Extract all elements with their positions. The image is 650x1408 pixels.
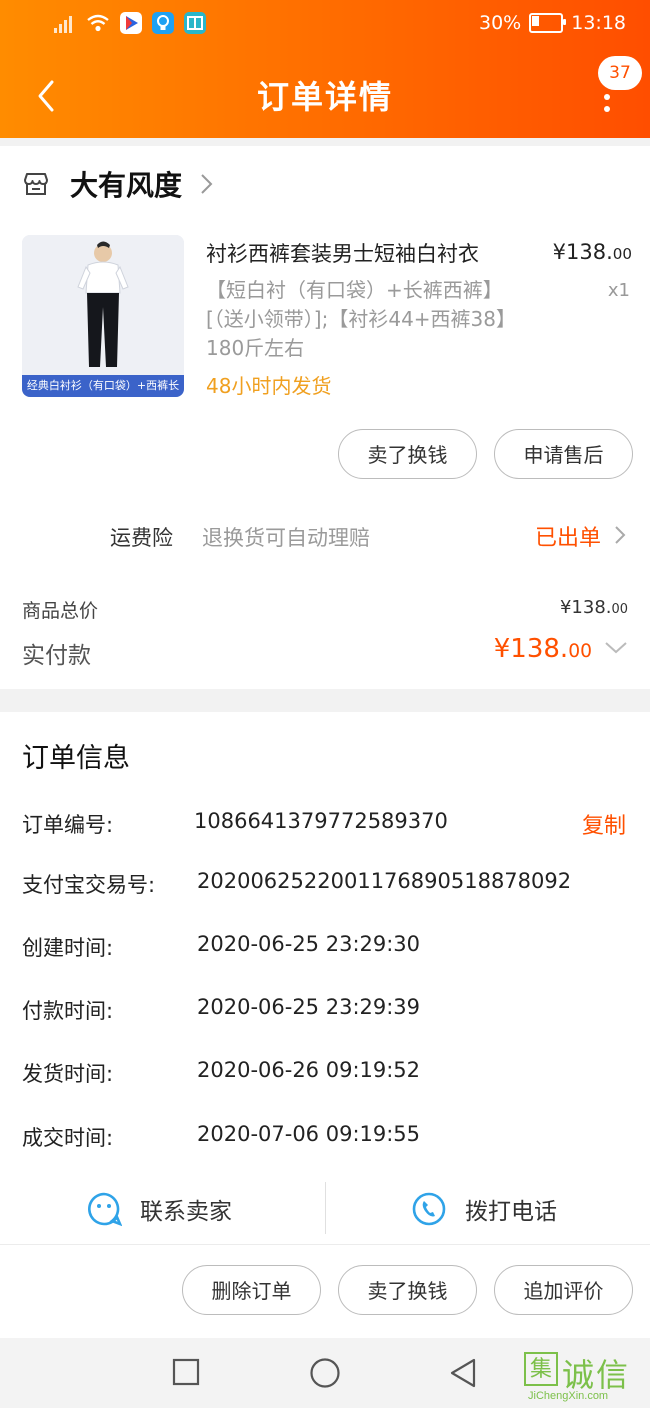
order-number-label: 订单编号: [22,813,114,837]
chat-face-icon [88,1192,122,1227]
status-icons [54,12,206,34]
battery-percent: 30% [479,12,522,34]
shipped-time-value: 2020-06-26 09:19:52 [197,1058,421,1082]
more-dots-icon[interactable] [592,88,622,122]
product-quantity: x1 [607,280,630,301]
after-sale-button[interactable]: 申请售后 [494,429,633,479]
site-watermark: 集 诚信 JiChengXin.com [524,1350,644,1408]
insurance-status[interactable]: 已出单 [535,520,626,552]
nav-square-icon[interactable] [172,1358,200,1386]
created-time-label: 创建时间: [22,936,114,960]
product-photo [22,235,184,375]
contact-divider [325,1182,326,1234]
subtotal-price-main: ¥138. [559,597,612,618]
product-image-caption: 经典白衬衫（有口袋）+西裤长裤 [22,375,184,397]
paid-price-main: ¥138. [493,634,569,664]
page-title: 订单详情 [256,78,393,116]
deal-time-label: 成交时间: [22,1126,114,1150]
status-right: 30% 13:18 [479,12,626,34]
product-price-decimal: 00 [612,245,632,263]
subtotal-price-decimal: 00 [611,602,628,617]
book-app-icon [184,12,206,34]
product-spec: 【短白衬（有口袋）+长裤西裤】[（送小领带）];【衬衫44+西裤38】180斤左… [206,278,516,360]
copy-button[interactable]: 复制 [582,808,626,840]
insurance-label: 运费险 [110,526,173,550]
product-price: ¥138.00 [553,240,632,264]
call-label[interactable]: 拨打电话 [465,1192,557,1226]
video-app-icon [120,12,142,34]
store-icon [24,173,48,195]
product-price-main: ¥138. [552,240,613,264]
chevron-right-icon [201,174,213,194]
shipped-time-label: 发货时间: [22,1062,114,1086]
chevron-down-icon[interactable] [604,638,628,658]
paid-price-decimal: 00 [568,641,592,662]
phone-icon [412,1192,446,1226]
shop-header[interactable]: 大有风度 [22,164,214,204]
section-divider [0,1244,650,1245]
delete-order-button[interactable]: 删除订单 [182,1265,321,1315]
product-image[interactable]: 经典白衬衫（有口袋）+西裤长裤 [22,235,184,397]
subtotal-price: ¥138.00 [560,597,628,618]
sell-for-cash-bottom-button[interactable]: 卖了换钱 [338,1265,477,1315]
watermark-url: JiChengXin.com [528,1390,609,1402]
watermark-box: 集 [524,1352,558,1386]
order-info-title: 订单信息 [22,743,130,774]
subtotal-label: 商品总价 [22,600,99,622]
paid-time-value: 2020-06-25 23:29:39 [197,995,421,1019]
call-button[interactable]: 拨打电话 [411,1186,557,1232]
order-number-value: 1086641379772589370 [194,809,448,833]
product-title[interactable]: 衬衫西裤套装男士短袖白衬衣 [206,238,479,268]
header-bar: 30% 13:18 订单详情 37 [0,0,650,138]
status-bar: 30% 13:18 [0,0,650,52]
alipay-trade-value: 2020062522001176890518878092 [197,869,572,893]
paid-label: 实付款 [22,643,91,669]
deal-time-value: 2020-07-06 09:19:55 [197,1122,421,1146]
insurance-desc: 退换货可自动理赔 [202,526,370,550]
nav-triangle-icon[interactable] [448,1357,478,1389]
shipping-note: 48小时内发货 [206,374,332,398]
contact-seller-button[interactable]: 联系卖家 [86,1186,232,1232]
alipay-trade-label: 支付宝交易号: [22,873,156,897]
contact-seller-label[interactable]: 联系卖家 [140,1192,232,1226]
nav-circle-icon[interactable] [309,1357,341,1389]
signal-icon [54,13,76,33]
bulb-app-icon [152,12,174,34]
paid-time-label: 付款时间: [22,999,114,1023]
chevron-right-icon [615,526,626,544]
wifi-icon [87,14,109,32]
add-review-button[interactable]: 追加评价 [494,1265,633,1315]
shop-name[interactable]: 大有风度 [70,164,182,204]
paid-price: ¥138.00 [494,634,592,664]
battery-icon [529,13,567,33]
insurance-status-text[interactable]: 已出单 [535,526,601,551]
created-time-value: 2020-06-25 23:29:30 [197,932,421,956]
sell-for-cash-button[interactable]: 卖了换钱 [338,429,477,479]
message-badge[interactable]: 37 [598,56,642,90]
clock: 13:18 [571,12,626,34]
